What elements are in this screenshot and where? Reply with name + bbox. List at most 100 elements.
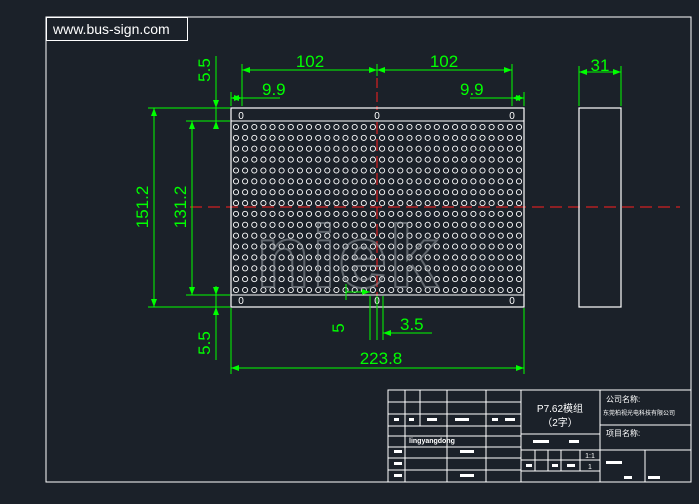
led-dot	[488, 167, 495, 174]
led-dot	[497, 221, 504, 228]
led-dot	[506, 167, 513, 174]
led-dot	[369, 134, 376, 141]
led-dot	[442, 134, 450, 141]
led-dot	[315, 200, 322, 207]
led-dot	[242, 200, 249, 207]
led-dot	[242, 265, 249, 272]
tb-mark	[567, 464, 575, 467]
tb-scale: 1:1	[585, 453, 595, 460]
led-dot	[379, 178, 386, 185]
led-dot	[397, 200, 404, 207]
led-dot	[433, 123, 440, 131]
tb-mark	[460, 450, 474, 453]
led-dot	[442, 254, 450, 261]
led-dot	[515, 134, 523, 141]
led-dot	[324, 123, 331, 131]
tb-mark	[394, 474, 402, 477]
led-dot	[515, 276, 523, 283]
led-dot	[333, 178, 340, 185]
arrow-spacing-left	[383, 330, 391, 336]
tb-mark	[394, 418, 399, 421]
led-dot	[296, 145, 303, 152]
led-dot	[287, 145, 294, 152]
led-dot	[251, 167, 258, 174]
led-dot	[452, 286, 459, 294]
led-dot	[461, 221, 468, 228]
led-dot	[461, 189, 468, 196]
led-dot	[479, 232, 486, 239]
tb-mark	[569, 440, 579, 443]
led-dot	[442, 276, 450, 283]
arrow-inner-bottom	[189, 287, 195, 295]
led-dot	[442, 265, 450, 272]
led-dot	[296, 134, 303, 141]
led-dot	[388, 189, 395, 196]
led-dot	[515, 221, 523, 228]
led-dot	[452, 200, 459, 207]
led-dot	[415, 145, 422, 152]
led-dot	[406, 167, 413, 174]
led-dot	[232, 243, 240, 250]
led-dot	[360, 145, 367, 152]
led-dot	[424, 200, 431, 207]
cad-canvas: 0 0 0 0 0 0 niek 102 102 9.9 9.9 31 223.…	[45, 16, 692, 483]
led-dot	[324, 178, 331, 185]
led-dot	[296, 200, 303, 207]
tb-mark	[533, 440, 549, 443]
led-dot	[278, 200, 285, 207]
led-dot	[315, 145, 322, 152]
led-dot	[269, 123, 276, 131]
arrow-margin-top-a	[213, 100, 219, 108]
led-dot	[506, 178, 513, 185]
dim-text-inner-height: 131.2	[171, 186, 190, 229]
mounting-hole-top-center: 0	[374, 111, 380, 122]
led-dot	[296, 178, 303, 185]
led-dot	[360, 134, 367, 141]
led-dot	[287, 123, 294, 131]
led-dot	[242, 178, 249, 185]
tb-model-name: P7.62模组	[537, 402, 583, 415]
led-dot	[470, 276, 477, 283]
led-dot	[470, 200, 477, 207]
led-dot	[369, 189, 376, 196]
led-dot	[470, 243, 477, 250]
led-dot	[479, 286, 486, 294]
led-dot	[506, 200, 513, 207]
dim-text-top-margin: 5.5	[195, 58, 214, 82]
led-dot	[452, 254, 459, 261]
led-dot	[269, 156, 276, 163]
dim-text-offset-right: 9.9	[460, 80, 484, 99]
led-dot	[479, 189, 486, 196]
led-dot	[470, 286, 477, 294]
led-dot	[470, 156, 477, 163]
tb-project-label: 项目名称:	[606, 428, 640, 438]
led-dot	[351, 189, 358, 196]
led-dot	[242, 156, 249, 163]
arrow-depth-right	[613, 69, 621, 75]
led-dot	[379, 167, 386, 174]
led-dot	[452, 243, 459, 250]
led-dot	[242, 254, 249, 261]
led-dot	[461, 123, 468, 131]
led-dot	[515, 145, 523, 152]
led-dot	[497, 210, 504, 217]
led-dot	[360, 123, 367, 131]
arrow-outer-top	[151, 108, 157, 116]
led-dot	[515, 210, 523, 217]
tb-mark	[505, 418, 515, 421]
led-dot	[506, 254, 513, 261]
led-dot	[497, 189, 504, 196]
led-dot	[424, 145, 431, 152]
led-dot	[442, 167, 450, 174]
led-dot	[232, 221, 240, 228]
led-dot	[397, 167, 404, 174]
led-dot	[506, 189, 513, 196]
led-dot	[369, 200, 376, 207]
led-dot	[442, 189, 450, 196]
led-dot	[424, 134, 431, 141]
led-dot	[497, 178, 504, 185]
led-dot	[506, 221, 513, 228]
led-dot	[506, 265, 513, 272]
led-dot	[497, 243, 504, 250]
led-dot	[452, 210, 459, 217]
